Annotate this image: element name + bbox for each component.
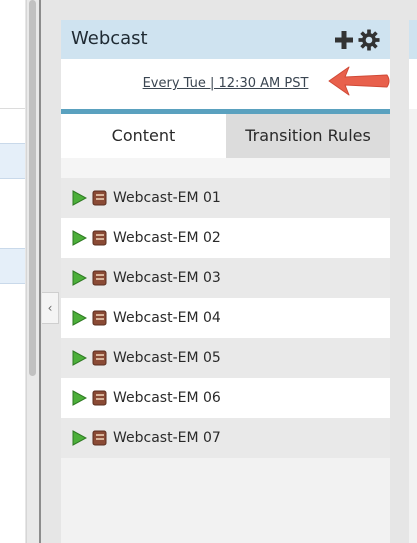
scrollbar-thumb[interactable] <box>29 0 36 376</box>
adjacent-panel-header <box>409 20 417 59</box>
adjacent-panel <box>409 20 417 543</box>
list-item[interactable]: Webcast-EM 05 <box>61 338 390 378</box>
item-label: Webcast-EM 06 <box>113 390 221 406</box>
asset-icon <box>92 230 107 246</box>
tab-content[interactable]: Content <box>61 114 226 158</box>
panel-header: Webcast <box>61 20 390 59</box>
asset-icon <box>92 190 107 206</box>
list-item[interactable]: Webcast-EM 02 <box>61 218 390 258</box>
sidebar-scrollbar[interactable] <box>26 0 39 543</box>
asset-icon <box>92 390 107 406</box>
play-icon <box>72 390 87 406</box>
gear-icon[interactable] <box>358 29 380 51</box>
tab-transition-rules[interactable]: Transition Rules <box>226 114 390 158</box>
asset-icon <box>92 430 107 446</box>
panel-splitter[interactable] <box>39 0 41 543</box>
sidebar-row-selected[interactable] <box>0 248 25 284</box>
play-icon <box>72 350 87 366</box>
item-label: Webcast-EM 07 <box>113 430 221 446</box>
adjacent-panel-row <box>409 59 417 109</box>
panel-title: Webcast <box>71 28 148 49</box>
sidebar-row-selected[interactable] <box>0 143 25 179</box>
asset-icon <box>92 310 107 326</box>
collapse-sidebar-button[interactable]: ‹ <box>42 292 59 324</box>
item-label: Webcast-EM 03 <box>113 270 221 286</box>
webcast-panel: Webcast Every Tue | 12:30 AM PST Content <box>61 20 390 543</box>
asset-icon <box>92 270 107 286</box>
play-icon <box>72 310 87 326</box>
play-icon <box>72 230 87 246</box>
list-item[interactable]: Webcast-EM 07 <box>61 418 390 458</box>
play-icon <box>72 430 87 446</box>
asset-icon <box>92 350 107 366</box>
schedule-row: Every Tue | 12:30 AM PST <box>61 59 390 109</box>
item-label: Webcast-EM 04 <box>113 310 221 326</box>
item-label: Webcast-EM 01 <box>113 190 221 206</box>
sidebar-row[interactable] <box>0 0 25 109</box>
item-label: Webcast-EM 02 <box>113 230 221 246</box>
schedule-link[interactable]: Every Tue | 12:30 AM PST <box>61 76 390 91</box>
item-label: Webcast-EM 05 <box>113 350 221 366</box>
list-item[interactable]: Webcast-EM 01 <box>61 178 390 218</box>
list-item[interactable]: Webcast-EM 06 <box>61 378 390 418</box>
list-header-spacer <box>61 158 390 178</box>
list-item[interactable]: Webcast-EM 03 <box>61 258 390 298</box>
left-sidebar <box>0 0 25 543</box>
play-icon <box>72 190 87 206</box>
list-item[interactable]: Webcast-EM 04 <box>61 298 390 338</box>
content-list: Webcast-EM 01 Webcast-EM 02 Webcast-EM 0… <box>61 158 390 458</box>
play-icon <box>72 270 87 286</box>
add-icon[interactable] <box>335 31 353 49</box>
